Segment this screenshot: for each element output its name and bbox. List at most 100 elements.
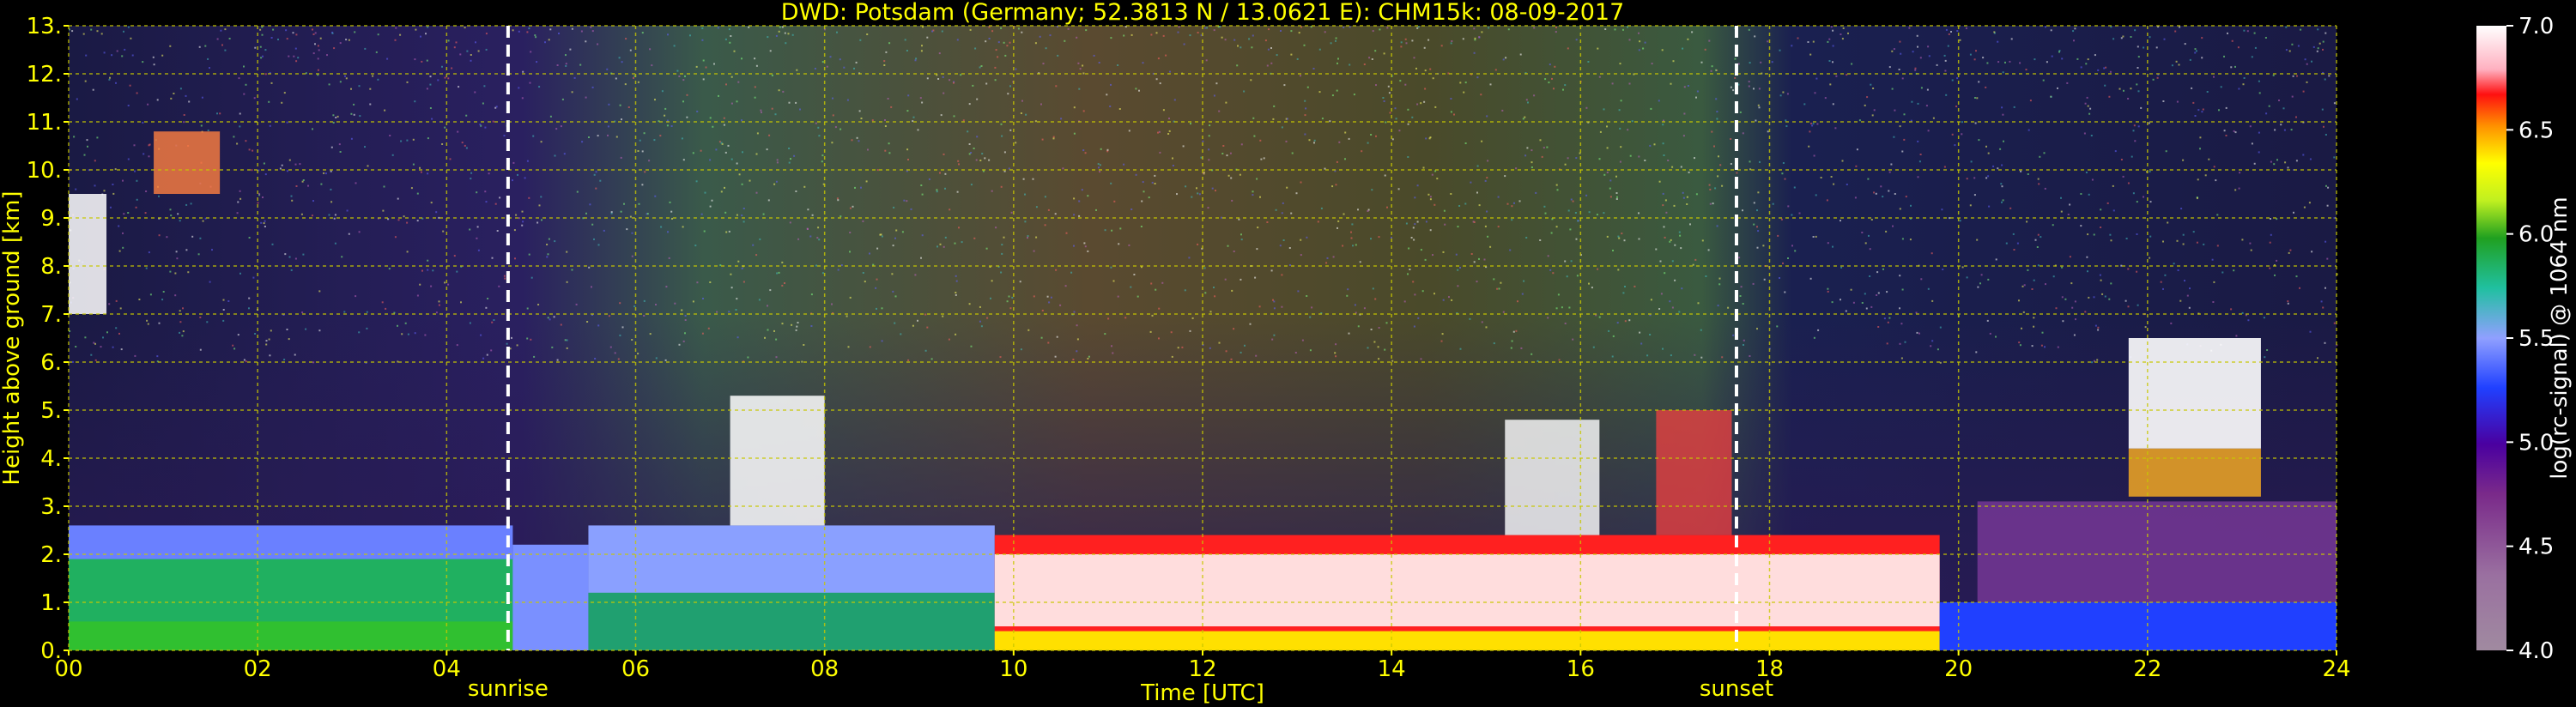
- noise-dot: [1917, 140, 1919, 142]
- noise-dot: [407, 333, 409, 335]
- noise-dot: [517, 173, 518, 176]
- noise-dot: [1646, 354, 1649, 357]
- noise-dot: [814, 68, 816, 69]
- noise-dot: [1350, 231, 1352, 233]
- evening-surface-layer: [1939, 602, 2337, 650]
- noise-dot: [294, 257, 297, 260]
- noise-dot: [1112, 352, 1114, 354]
- noise-dot: [728, 28, 730, 31]
- noise-dot: [1249, 323, 1252, 325]
- noise-dot: [1270, 62, 1273, 64]
- noise-dot: [571, 27, 573, 30]
- noise-dot: [1052, 137, 1055, 140]
- noise-dot: [1809, 53, 1812, 56]
- noise-dot: [2026, 221, 2028, 223]
- noise-dot: [724, 186, 725, 189]
- noise-dot: [1326, 257, 1329, 259]
- noise-dot: [730, 35, 732, 37]
- noise-dot: [1920, 278, 1923, 281]
- noise-dot: [2194, 115, 2197, 117]
- noise-dot: [504, 277, 506, 280]
- noise-dot: [388, 268, 391, 270]
- noise-dot: [2022, 311, 2025, 313]
- noise-dot: [1658, 100, 1660, 102]
- noise-dot: [1620, 146, 1622, 148]
- noise-dot: [560, 125, 562, 128]
- noise-dot: [1424, 88, 1427, 90]
- noise-dot: [243, 359, 245, 361]
- noise-dot: [1204, 27, 1207, 29]
- noise-dot: [1943, 54, 1946, 57]
- noise-dot: [288, 159, 291, 161]
- noise-dot: [854, 186, 856, 189]
- noise-dot: [344, 75, 346, 77]
- noise-dot: [2291, 95, 2294, 98]
- sunrise-label: sunrise: [468, 676, 549, 702]
- noise-dot: [1616, 322, 1619, 324]
- noise-dot: [1985, 145, 1987, 148]
- noise-dot: [741, 215, 743, 216]
- noise-dot: [1700, 61, 1703, 63]
- noise-dot: [224, 28, 227, 31]
- noise-dot: [1021, 31, 1023, 33]
- noise-dot: [425, 33, 427, 35]
- noise-dot: [682, 340, 685, 342]
- noise-dot: [631, 339, 633, 341]
- noise-dot: [252, 276, 255, 279]
- noise-dot: [591, 223, 594, 226]
- noise-dot: [1846, 184, 1848, 185]
- noise-dot: [494, 202, 497, 205]
- noise-dot: [2001, 185, 2003, 188]
- noise-dot: [1064, 39, 1066, 42]
- noise-dot: [881, 235, 883, 238]
- noise-dot: [1024, 193, 1026, 196]
- noise-dot: [1459, 267, 1461, 269]
- noise-dot: [2202, 108, 2204, 111]
- noise-dot: [1276, 54, 1278, 57]
- noise-dot: [1662, 124, 1664, 126]
- noise-dot: [1141, 200, 1143, 202]
- noise-dot: [2189, 58, 2191, 61]
- noise-dot: [243, 93, 245, 95]
- noise-dot: [312, 28, 313, 31]
- noise-dot: [692, 300, 694, 303]
- noise-dot: [1375, 135, 1377, 137]
- noise-dot: [2167, 221, 2169, 224]
- noise-dot: [900, 333, 902, 335]
- noise-dot: [1787, 257, 1789, 259]
- noise-dot: [179, 321, 182, 323]
- noise-dot: [580, 30, 583, 33]
- noise-dot: [720, 142, 723, 144]
- noise-dot: [1567, 209, 1570, 212]
- noise-dot: [609, 346, 612, 348]
- noise-dot: [115, 327, 118, 329]
- noise-dot: [561, 98, 564, 100]
- noise-dot: [179, 88, 182, 90]
- noise-dot: [369, 103, 372, 106]
- noise-dot: [1869, 248, 1871, 251]
- noise-dot: [458, 86, 460, 88]
- noise-dot: [1715, 69, 1718, 71]
- noise-dot: [1767, 40, 1769, 43]
- noise-dot: [860, 118, 863, 119]
- noise-dot: [239, 125, 241, 128]
- noise-dot: [906, 148, 909, 151]
- noise-dot: [735, 309, 737, 311]
- noise-dot: [1260, 158, 1263, 160]
- noise-dot: [2094, 54, 2096, 57]
- noise-dot: [2287, 302, 2289, 305]
- noise-dot: [1106, 94, 1108, 96]
- noise-dot: [738, 173, 741, 176]
- noise-dot: [522, 70, 524, 73]
- noise-dot: [179, 331, 181, 334]
- noise-dot: [2296, 75, 2298, 77]
- noise-dot: [83, 154, 86, 156]
- noise-dot: [406, 221, 409, 224]
- noise-dot: [2278, 100, 2280, 101]
- noise-dot: [536, 221, 539, 224]
- noise-dot: [1473, 27, 1476, 30]
- noise-dot: [1151, 181, 1154, 184]
- noise-dot: [515, 214, 518, 216]
- noise-dot: [1407, 123, 1409, 125]
- noise-dot: [2137, 125, 2140, 128]
